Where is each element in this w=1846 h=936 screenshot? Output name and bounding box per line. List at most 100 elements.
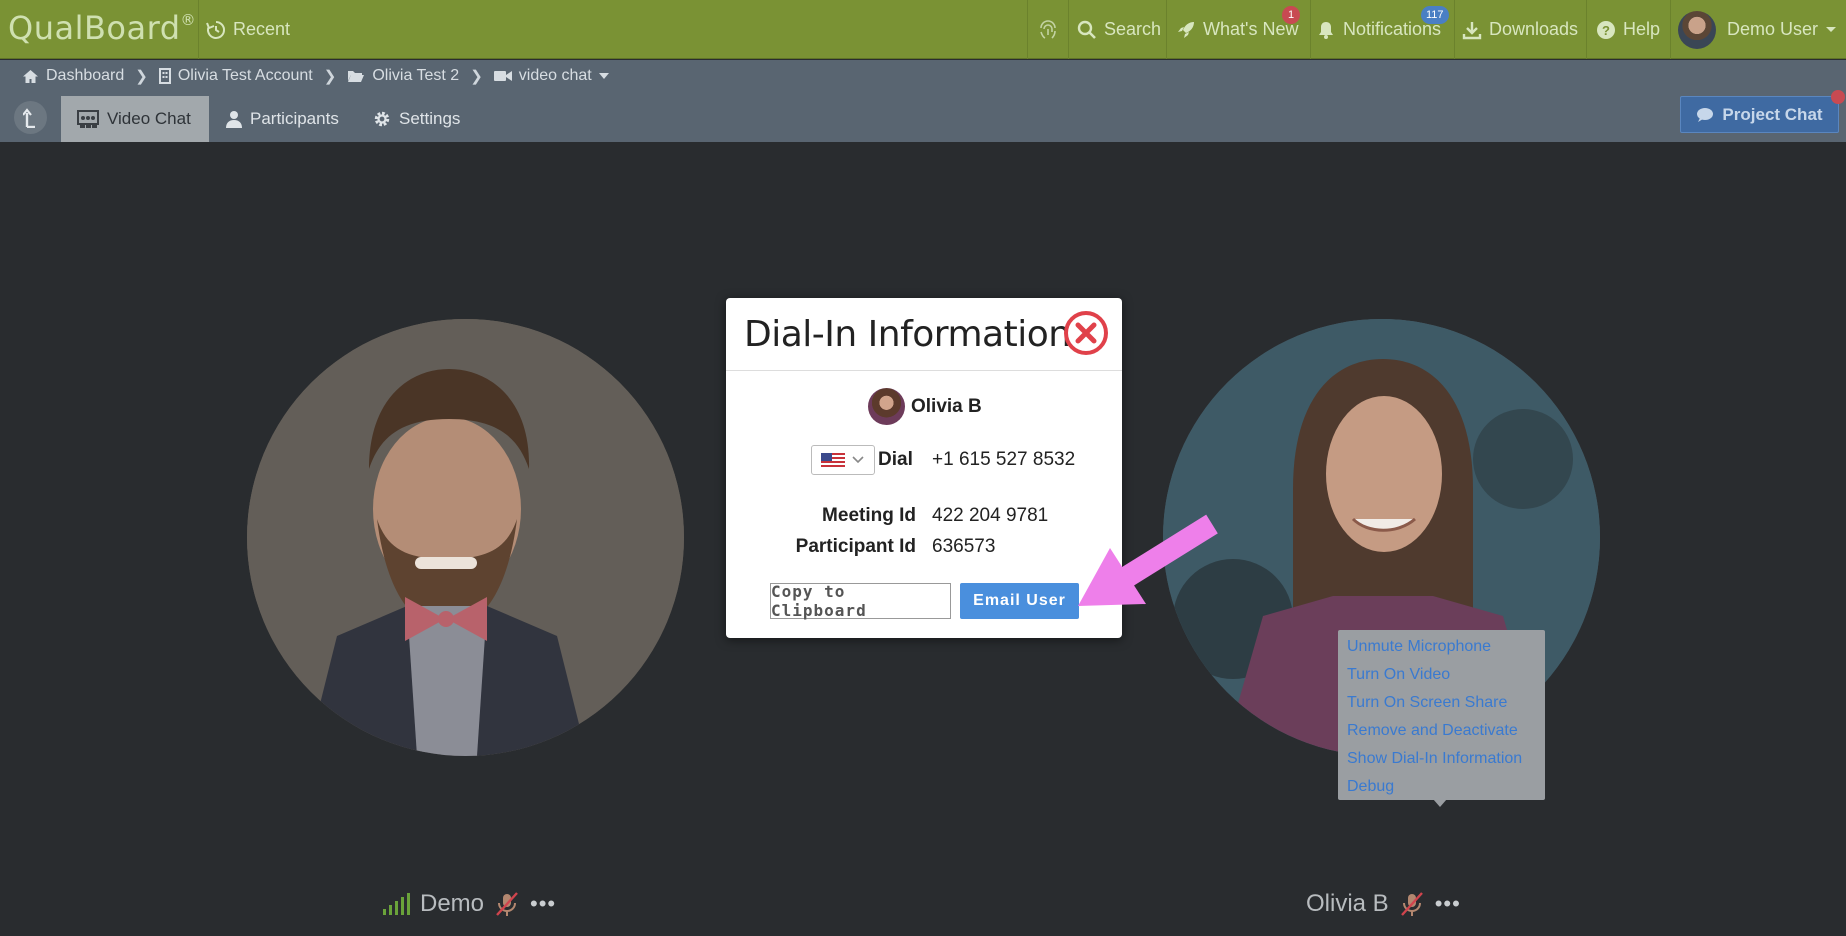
participant-id-label: Participant Id: [795, 536, 916, 557]
svg-text:?: ?: [1602, 23, 1610, 38]
modal-title: Dial-In Information: [744, 314, 1071, 355]
bell-icon: [1319, 21, 1333, 39]
more-options-icon[interactable]: •••: [1435, 891, 1461, 917]
caret-down-icon: [1826, 26, 1837, 32]
user-avatar: [1678, 10, 1716, 49]
folder-open-icon: [348, 71, 365, 82]
menu-caret: [1433, 799, 1447, 807]
chevron-right-icon: ❯: [323, 68, 337, 85]
search-icon: [1077, 20, 1096, 39]
meeting-id-label: Meeting Id: [822, 505, 916, 526]
tab-label: Settings: [399, 109, 461, 128]
video-camera-icon: [493, 71, 512, 81]
breadcrumb: Dashboard ❯ Olivia Test Account ❯ Olivia…: [22, 67, 609, 85]
dial-label: Dial: [878, 449, 913, 470]
close-icon[interactable]: [1063, 310, 1109, 356]
video-chat-icon: [77, 110, 99, 128]
divider: [198, 0, 199, 59]
help-label: Help: [1623, 19, 1661, 39]
tab-video-chat[interactable]: Video Chat: [61, 96, 209, 142]
microphone-muted-icon[interactable]: [1399, 891, 1425, 917]
participant-context-menu: Unmute Microphone Turn On Video Turn On …: [1338, 630, 1545, 800]
divider: [1454, 0, 1455, 59]
menu-item-remove-and-deactivate[interactable]: Remove and Deactivate: [1347, 717, 1545, 745]
gear-icon: [374, 111, 390, 127]
history-icon: [206, 20, 225, 39]
chevron-right-icon: ❯: [135, 68, 148, 85]
dial-in-modal: Dial-In Information Olivia B Dial +1 615…: [726, 298, 1122, 638]
help-button[interactable]: ? Help: [1596, 0, 1660, 59]
recent-label: Recent: [233, 19, 291, 39]
microphone-muted-icon[interactable]: [494, 891, 520, 917]
back-to-top-button[interactable]: [14, 101, 47, 134]
divider: [1166, 0, 1167, 59]
search-label: Search: [1104, 19, 1162, 39]
tab-label: Participants: [250, 109, 339, 128]
annotation-arrow: [1078, 514, 1218, 606]
divider: [726, 370, 1122, 371]
participant-video-demo[interactable]: [247, 319, 684, 756]
project-chat-notification-dot: [1831, 90, 1845, 104]
building-icon: [158, 68, 171, 84]
home-icon: [23, 69, 38, 83]
menu-item-unmute-microphone[interactable]: Unmute Microphone: [1347, 633, 1545, 661]
rocket-icon: [1178, 21, 1194, 38]
more-options-icon[interactable]: •••: [530, 891, 556, 917]
divider: [1310, 0, 1311, 59]
tab-label: Video Chat: [107, 109, 191, 128]
us-flag-icon: [821, 452, 845, 468]
dial-in-participant: Olivia B: [868, 388, 982, 425]
downloads-label: Downloads: [1489, 19, 1579, 39]
divider: [1586, 0, 1587, 59]
help-icon: ?: [1597, 20, 1615, 39]
user-icon: [226, 111, 242, 128]
tab-participants[interactable]: Participants: [210, 96, 355, 142]
participant-photo: [247, 319, 684, 756]
search-button[interactable]: Search: [1077, 0, 1161, 59]
participant-label-demo: Demo •••: [383, 890, 556, 918]
divider: [1670, 0, 1671, 59]
copy-to-clipboard-button[interactable]: Copy to Clipboard: [770, 582, 951, 620]
menu-item-turn-on-screen-share[interactable]: Turn On Screen Share: [1347, 689, 1545, 717]
level-up-icon: [22, 107, 35, 128]
project-chat-button[interactable]: Project Chat: [1680, 96, 1839, 133]
breadcrumb-project[interactable]: Olivia Test 2: [347, 67, 459, 85]
project-chat-label: Project Chat: [1722, 104, 1823, 124]
participant-name: Olivia B: [911, 395, 982, 417]
qualboard-logo[interactable]: QualBoard®: [8, 9, 196, 47]
downloads-button[interactable]: Downloads: [1462, 0, 1578, 59]
meeting-id-value: 422 204 9781: [932, 505, 1049, 526]
whats-new-label: What's New: [1203, 19, 1299, 39]
tab-settings[interactable]: Settings: [357, 96, 476, 142]
notifications-badge: 117: [1421, 6, 1449, 24]
dial-number: +1 615 527 8532: [932, 449, 1076, 470]
user-menu[interactable]: Demo User: [1678, 0, 1837, 59]
breadcrumb-activity[interactable]: video chat: [493, 67, 609, 85]
participant-id-value: 636573: [932, 536, 996, 557]
participant-name: Olivia B: [1306, 890, 1389, 917]
country-select[interactable]: [811, 445, 875, 475]
whats-new-button[interactable]: What's New: [1176, 0, 1298, 59]
divider: [1068, 0, 1069, 59]
whats-new-badge: 1: [1282, 6, 1300, 24]
participant-label-olivia: Olivia B •••: [1306, 890, 1461, 918]
signal-strength-icon: [383, 893, 410, 915]
caret-down-icon: [598, 73, 609, 79]
breadcrumb-dashboard[interactable]: Dashboard: [22, 67, 124, 85]
download-icon: [1462, 21, 1482, 39]
recent-button[interactable]: Recent: [206, 0, 290, 59]
participant-name: Demo: [420, 890, 485, 917]
fingerprint-button[interactable]: [1036, 0, 1060, 59]
menu-item-turn-on-video[interactable]: Turn On Video: [1347, 661, 1545, 689]
user-name: Demo User: [1727, 19, 1819, 39]
breadcrumb-account[interactable]: Olivia Test Account: [158, 67, 313, 85]
chevron-down-icon: [852, 456, 864, 464]
divider: [1027, 0, 1028, 59]
fingerprint-icon: [1040, 19, 1056, 39]
chevron-right-icon: ❯: [470, 68, 483, 85]
menu-item-debug[interactable]: Debug: [1347, 773, 1545, 801]
chat-bubble-icon: [1697, 107, 1714, 122]
email-user-button[interactable]: Email User: [960, 583, 1079, 619]
menu-item-show-dial-in-information[interactable]: Show Dial-In Information: [1347, 745, 1545, 773]
top-navigation-bar: QualBoard® Recent Search What's New 1 No…: [0, 0, 1846, 59]
